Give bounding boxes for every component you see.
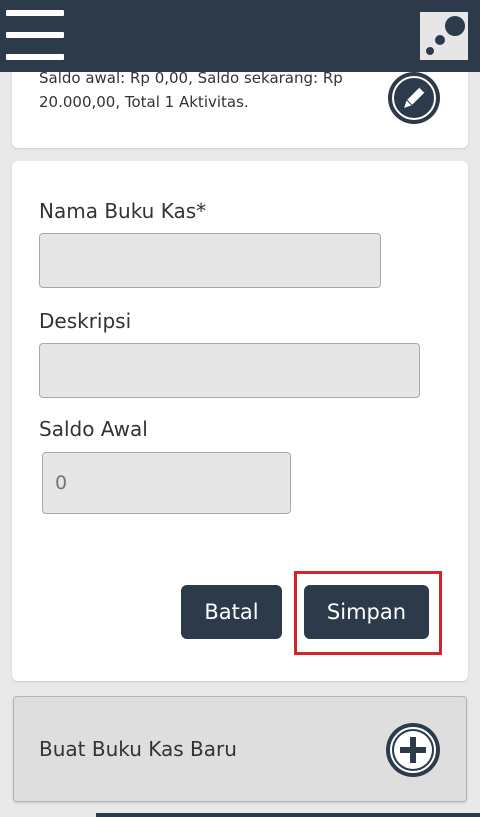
initial-balance-input[interactable] bbox=[42, 452, 291, 514]
cash-book-summary-text: Saldo awal: Rp 0,00, Saldo sekarang: Rp … bbox=[39, 69, 343, 111]
add-cash-book-button[interactable] bbox=[386, 723, 440, 777]
cancel-button[interactable]: Batal bbox=[181, 585, 282, 639]
edit-cash-book-button[interactable] bbox=[388, 72, 440, 124]
bottom-edge bbox=[96, 813, 480, 817]
description-label: Deskripsi bbox=[39, 309, 132, 333]
description-input[interactable] bbox=[39, 343, 420, 398]
plus-circle-icon bbox=[390, 727, 436, 773]
app-logo-icon[interactable] bbox=[420, 12, 468, 60]
save-button-highlight bbox=[294, 571, 442, 655]
create-new-cash-book-card[interactable]: Buat Buku Kas Baru bbox=[13, 696, 467, 802]
hamburger-menu-icon[interactable] bbox=[6, 10, 64, 64]
cash-book-form: Nama Buku Kas* Deskripsi Saldo Awal Bata… bbox=[12, 161, 468, 681]
initial-balance-label: Saldo Awal bbox=[39, 417, 148, 441]
pencil-icon bbox=[392, 76, 436, 120]
name-input[interactable] bbox=[39, 233, 381, 288]
top-app-bar bbox=[0, 0, 480, 72]
create-new-cash-book-label: Buat Buku Kas Baru bbox=[39, 737, 237, 761]
name-label: Nama Buku Kas* bbox=[39, 199, 207, 223]
